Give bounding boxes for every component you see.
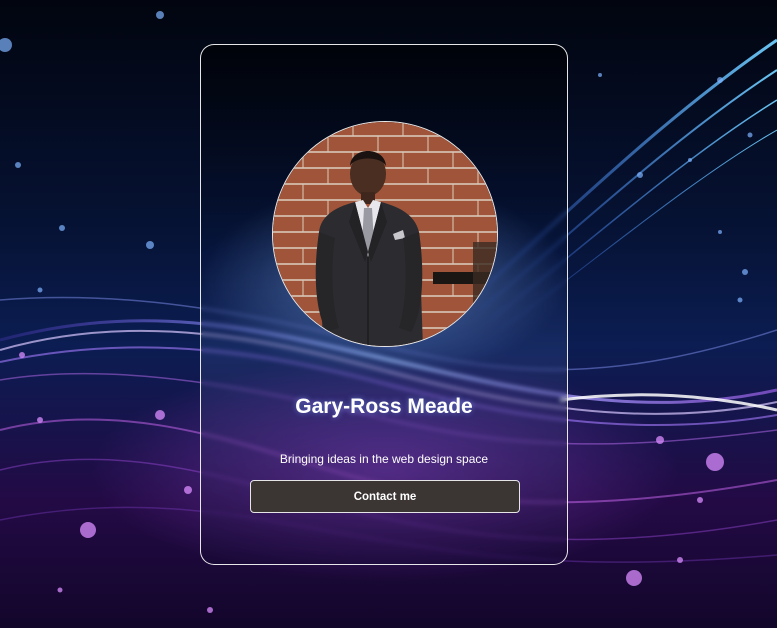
profile-photo bbox=[272, 121, 498, 347]
profile-tagline: Bringing ideas in the web design space bbox=[279, 452, 489, 466]
profile-name: Gary-Ross Meade bbox=[295, 395, 473, 418]
person-photo-illustration bbox=[273, 122, 497, 346]
profile-card: Gary-Ross Meade Bringing ideas in the we… bbox=[200, 44, 568, 565]
contact-me-button[interactable]: Contact me bbox=[250, 480, 520, 513]
